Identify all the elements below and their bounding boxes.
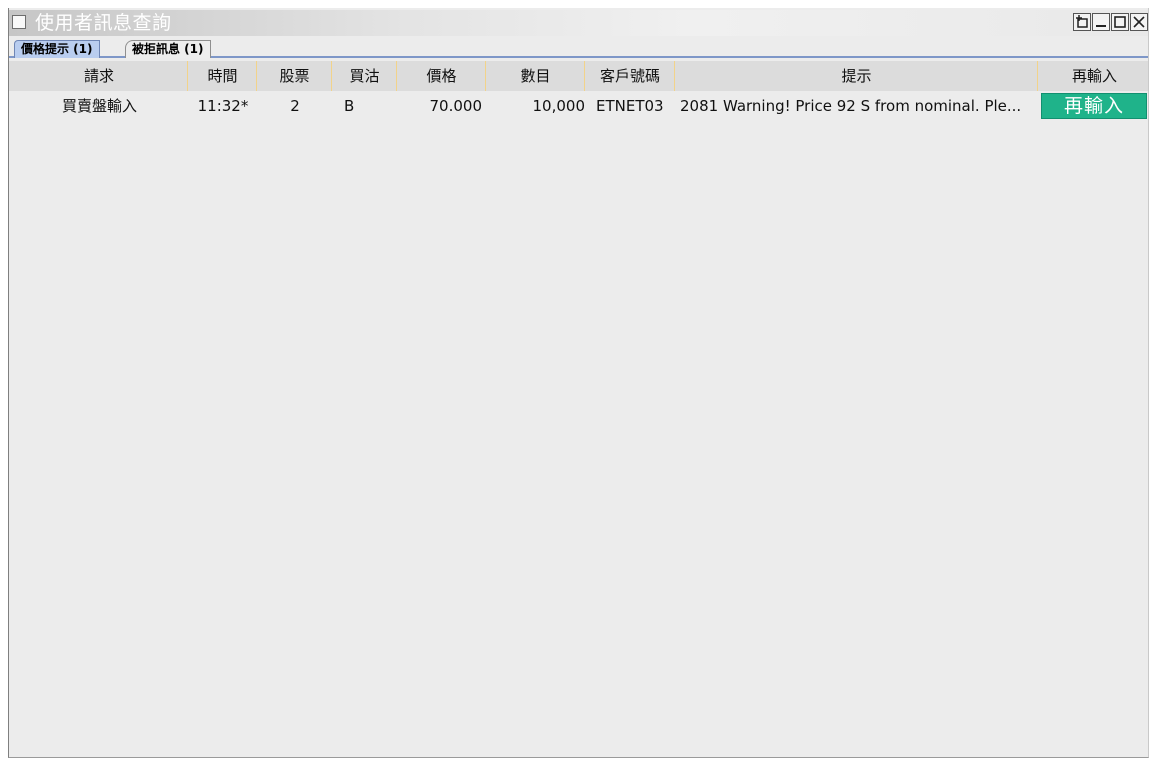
table-header-row: 請求 時間 股票 買沽 價格 數目 客戶號碼 提示 再輸入: [9, 61, 1148, 91]
cell-stock: 2: [290, 97, 300, 115]
maximize-icon[interactable]: [1111, 13, 1129, 31]
column-header-quantity[interactable]: 數目: [487, 61, 585, 91]
cell-customer: ETNET03: [596, 97, 664, 115]
minimize-icon[interactable]: [1092, 13, 1110, 31]
close-icon[interactable]: [1130, 13, 1148, 31]
tab-strip: 價格提示 (1) 被拒訊息 (1): [9, 36, 1148, 58]
cell-message: 2081 Warning! Price 92 S from nominal. P…: [680, 97, 1022, 115]
window-controls: [1072, 13, 1148, 32]
column-header-stock[interactable]: 股票: [258, 61, 332, 91]
cell-time: 11:32*: [197, 97, 249, 115]
cell-quantity: 10,000: [532, 97, 586, 115]
column-header-customer[interactable]: 客戶號碼: [586, 61, 675, 91]
column-header-reenter[interactable]: 再輸入: [1039, 61, 1148, 91]
column-header-side[interactable]: 買沽: [333, 61, 397, 91]
column-header-request[interactable]: 請求: [11, 61, 188, 91]
cell-request: 買賣盤輸入: [61, 97, 137, 115]
restore-icon[interactable]: [1073, 13, 1091, 31]
column-header-price[interactable]: 價格: [398, 61, 486, 91]
window-titlebar[interactable]: 使用者訊息查詢: [9, 10, 1148, 36]
cell-side: B: [344, 97, 355, 115]
user-message-window: 使用者訊息查詢 價格提示 (1) 被拒訊息 (1) 請求 時間 股票 買沽 價格…: [8, 8, 1149, 758]
column-header-message[interactable]: 提示: [676, 61, 1038, 91]
tab-rejected-messages[interactable]: 被拒訊息 (1): [125, 40, 211, 58]
table-row[interactable]: 買賣盤輸入 11:32* 2 B 70.000 10,000 ETNET03 2…: [9, 91, 1148, 121]
reenter-button[interactable]: 再輸入: [1041, 93, 1147, 119]
tab-price-alert[interactable]: 價格提示 (1): [14, 40, 100, 58]
column-header-time[interactable]: 時間: [189, 61, 257, 91]
window-checkbox-icon[interactable]: [12, 15, 26, 29]
cell-price: 70.000: [429, 97, 483, 115]
window-title: 使用者訊息查詢: [35, 12, 172, 34]
message-table: 請求 時間 股票 買沽 價格 數目 客戶號碼 提示 再輸入 買賣盤輸入 11:3…: [9, 61, 1148, 121]
